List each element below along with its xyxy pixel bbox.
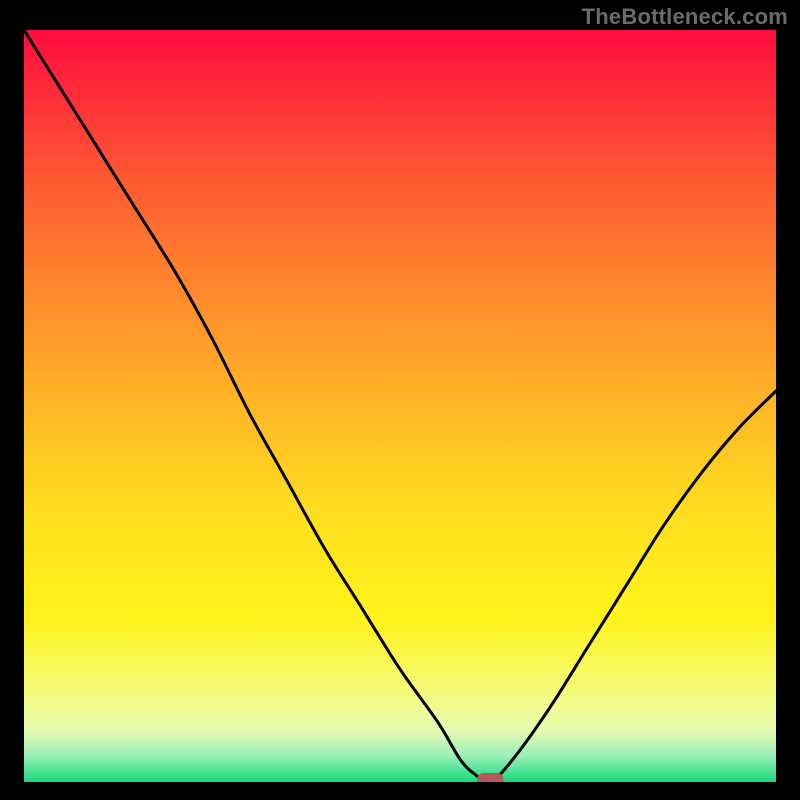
optimum-marker [477, 773, 503, 782]
chart-frame: TheBottleneck.com [0, 0, 800, 800]
bottleneck-chart [24, 30, 776, 782]
watermark-text: TheBottleneck.com [582, 4, 788, 30]
plot-area [24, 30, 776, 782]
